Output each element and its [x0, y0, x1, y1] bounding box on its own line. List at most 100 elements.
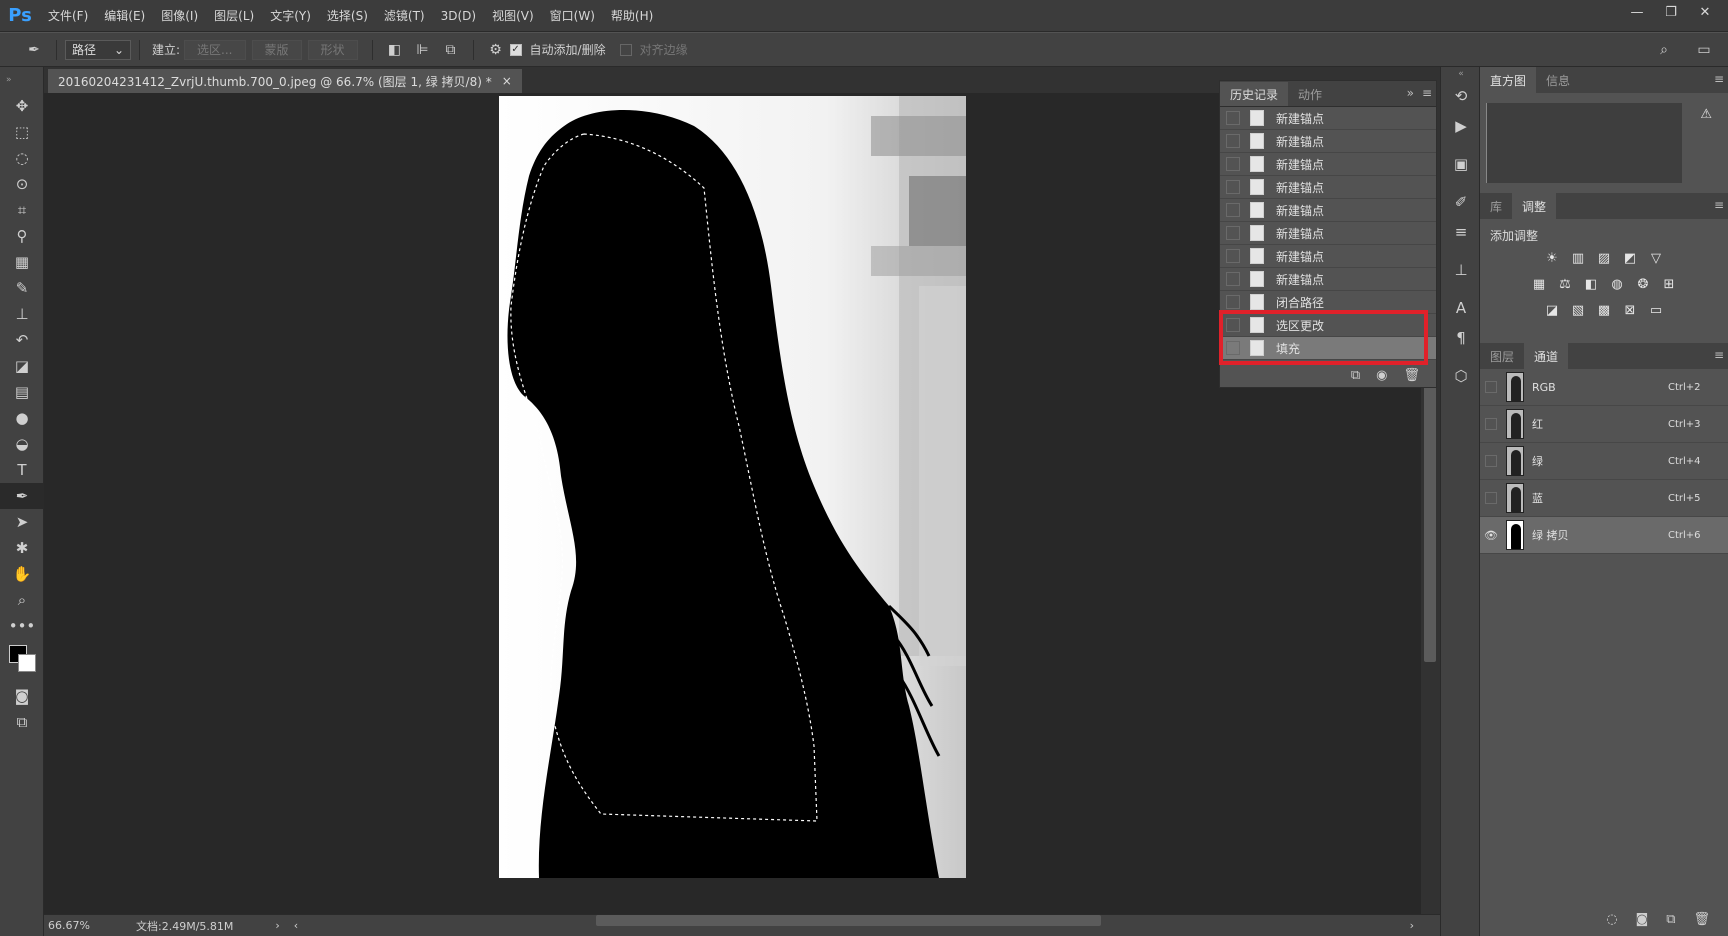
visibility-toggle[interactable]	[1480, 443, 1502, 480]
curves-icon[interactable]: ▨	[1595, 249, 1613, 267]
move-tool-icon[interactable]: ✥	[0, 93, 44, 119]
brush-presets-icon[interactable]: ≡	[1441, 217, 1481, 247]
camera-icon[interactable]: ◉	[1376, 368, 1387, 383]
load-selection-icon[interactable]: ◌	[1606, 912, 1617, 927]
eyedropper-tool-icon[interactable]: ⚲	[0, 223, 44, 249]
menu-3d[interactable]: 3D(D)	[433, 0, 484, 32]
history-item[interactable]: 新建锚点	[1220, 107, 1436, 130]
save-selection-icon[interactable]: ◙	[1636, 912, 1649, 927]
threshold-icon[interactable]: ▩	[1595, 301, 1613, 319]
tab-layers[interactable]: 图层	[1480, 343, 1524, 369]
make-shape-button[interactable]: 形状	[307, 39, 358, 60]
brightness-icon[interactable]: ☀	[1543, 249, 1561, 267]
workspace-icon[interactable]: ▭	[1690, 38, 1718, 62]
path-alignment-icon[interactable]: ⊫	[409, 38, 437, 62]
photo-filter-icon[interactable]: ◍	[1608, 275, 1626, 293]
menu-view[interactable]: 视图(V)	[484, 0, 542, 32]
background-color[interactable]	[18, 654, 36, 672]
visibility-toggle[interactable]	[1480, 406, 1502, 443]
tab-adjustments[interactable]: 调整	[1512, 193, 1557, 219]
path-operations-icon[interactable]: ◧	[381, 38, 409, 62]
panel-collapse-icon[interactable]: »	[1407, 86, 1414, 100]
shape-tool-icon[interactable]: ✱	[0, 535, 44, 561]
history-brush-source-box[interactable]	[1226, 272, 1240, 286]
menu-select[interactable]: 选择(S)	[319, 0, 376, 32]
marquee-tool-icon[interactable]: ⬚	[0, 119, 44, 145]
zoom-tool-icon[interactable]: ⌕	[0, 587, 44, 613]
collapse-toolbar-icon[interactable]: »	[0, 67, 44, 93]
scroll-right-icon[interactable]: ›	[1410, 919, 1414, 932]
blur-tool-icon[interactable]: ●	[0, 405, 44, 431]
clone-source-icon[interactable]: ⊥	[1441, 255, 1481, 285]
document-image[interactable]	[499, 96, 966, 878]
quick-select-tool-icon[interactable]: ⊙	[0, 171, 44, 197]
close-button[interactable]: ✕	[1688, 0, 1722, 24]
more-tools-icon[interactable]: •••	[0, 613, 44, 639]
path-selection-tool-icon[interactable]: ➤	[0, 509, 44, 535]
path-arrangement-icon[interactable]: ⧉	[437, 38, 465, 62]
menu-help[interactable]: 帮助(H)	[603, 0, 661, 32]
visibility-toggle[interactable]	[1480, 480, 1502, 517]
document-tab[interactable]: 20160204231412_ZvrjU.thumb.700_0.jpeg @ …	[48, 69, 522, 93]
gradient-map-icon[interactable]: ▭	[1647, 301, 1665, 319]
make-mask-button[interactable]: 蒙版	[251, 39, 302, 60]
channel-mixer-icon[interactable]: ❂	[1634, 275, 1652, 293]
history-brush-source-box[interactable]	[1226, 157, 1240, 171]
posterize-icon[interactable]: ▧	[1569, 301, 1587, 319]
history-item[interactable]: 新建锚点	[1220, 176, 1436, 199]
color-lookup-icon[interactable]: ⊞	[1660, 275, 1678, 293]
trash-icon[interactable]: 🗑	[1403, 368, 1420, 383]
horizontal-scroll-thumb[interactable]	[596, 915, 1101, 926]
history-item[interactable]: 新建锚点	[1220, 199, 1436, 222]
cube-icon[interactable]: ⬡	[1441, 361, 1481, 391]
vibrance-icon[interactable]: ▽	[1647, 249, 1665, 267]
channel-row-selected[interactable]: 👁 绿 拷贝 Ctrl+6	[1480, 517, 1728, 554]
panel-menu-icon[interactable]: ≡	[1422, 86, 1432, 100]
pen-mode-select[interactable]: 路径 ⌄	[65, 39, 131, 60]
scroll-left-icon[interactable]: ‹	[294, 919, 298, 932]
history-item[interactable]: 新建锚点	[1220, 245, 1436, 268]
channel-row[interactable]: 绿 Ctrl+4	[1480, 443, 1728, 480]
new-document-from-state-icon[interactable]: ⧉	[1351, 368, 1360, 383]
lasso-tool-icon[interactable]: ◌	[0, 145, 44, 171]
tab-info[interactable]: 信息	[1536, 67, 1580, 93]
history-brush-source-box[interactable]	[1226, 295, 1240, 309]
hand-tool-icon[interactable]: ✋	[0, 561, 44, 587]
auto-add-delete-checkbox[interactable]: ✓	[509, 43, 522, 56]
close-tab-icon[interactable]: ×	[502, 74, 512, 88]
panel-menu-icon[interactable]: ≡	[1714, 348, 1724, 362]
invert-icon[interactable]: ◪	[1543, 301, 1561, 319]
minimize-button[interactable]: —	[1620, 0, 1654, 24]
history-brush-source-box[interactable]	[1226, 249, 1240, 263]
history-brush-source-box[interactable]	[1226, 180, 1240, 194]
hue-saturation-icon[interactable]: ▦	[1530, 275, 1548, 293]
eye-icon[interactable]: 👁	[1480, 517, 1502, 554]
menu-filter[interactable]: 滤镜(T)	[376, 0, 433, 32]
selective-color-icon[interactable]: ⊠	[1621, 301, 1639, 319]
brush-tool-icon[interactable]: ✎	[0, 275, 44, 301]
channel-row[interactable]: 蓝 Ctrl+5	[1480, 480, 1728, 517]
screen-mode-icon[interactable]: ⧉	[0, 709, 44, 735]
new-channel-icon[interactable]: ⧉	[1666, 912, 1675, 927]
tab-histogram[interactable]: 直方图	[1480, 67, 1537, 93]
pen-tool-icon[interactable]: ✒	[0, 483, 44, 509]
history-item[interactable]: 新建锚点	[1220, 153, 1436, 176]
brush-panel-icon[interactable]: ✐	[1441, 187, 1481, 217]
align-edges-checkbox[interactable]	[619, 43, 632, 56]
history-item[interactable]: 新建锚点	[1220, 130, 1436, 153]
crop-tool-icon[interactable]: ⌗	[0, 197, 44, 223]
tab-actions[interactable]: 动作	[1288, 82, 1332, 106]
black-white-icon[interactable]: ◧	[1582, 275, 1600, 293]
eraser-tool-icon[interactable]: ◪	[0, 353, 44, 379]
gradient-tool-icon[interactable]: ▤	[0, 379, 44, 405]
actions-panel-icon[interactable]: ▶	[1441, 111, 1481, 141]
trash-icon[interactable]: 🗑	[1693, 912, 1710, 927]
history-brush-tool-icon[interactable]: ↶	[0, 327, 44, 353]
menu-window[interactable]: 窗口(W)	[542, 0, 603, 32]
warning-icon[interactable]: ⚠	[1700, 107, 1712, 122]
history-brush-source-box[interactable]	[1226, 226, 1240, 240]
quick-mask-icon[interactable]: ◙	[0, 683, 44, 709]
history-brush-source-box[interactable]	[1226, 203, 1240, 217]
status-menu-arrow-icon[interactable]: ›	[275, 919, 279, 932]
restore-button[interactable]: ❐	[1654, 0, 1688, 24]
